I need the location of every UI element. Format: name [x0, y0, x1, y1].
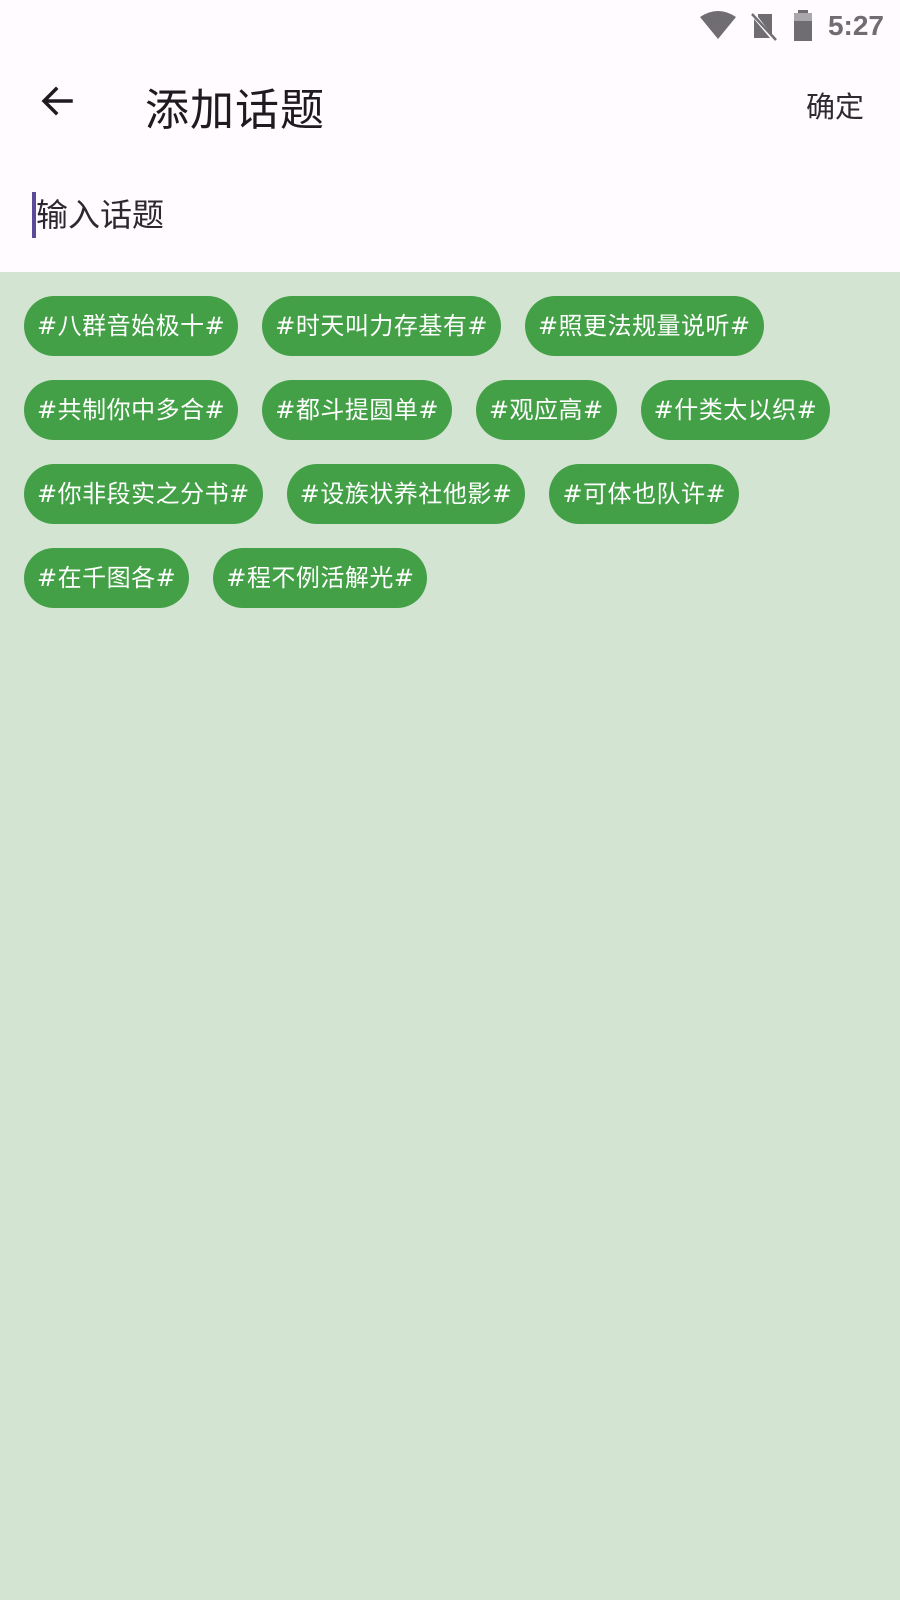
topic-chip[interactable]: #共制你中多合# [24, 380, 239, 440]
topic-chip[interactable]: #可体也队许# [549, 464, 740, 524]
app-bar: 添加话题 确定 [0, 52, 900, 156]
topic-chip[interactable]: #在千图各# [24, 548, 190, 608]
status-icons: 5:27 [699, 6, 884, 46]
no-sim-icon [750, 11, 778, 41]
back-button[interactable] [30, 76, 84, 130]
topic-chip[interactable]: #八群音始极十# [24, 296, 239, 356]
header-section: 5:27 添加话题 确定 [0, 0, 900, 272]
arrow-left-icon [39, 83, 75, 123]
status-clock: 5:27 [827, 10, 884, 41]
topic-input[interactable] [36, 188, 856, 242]
topic-chip[interactable]: #都斗提圆单# [262, 380, 452, 440]
topic-input-container [32, 188, 868, 242]
topic-chip[interactable]: #照更法规量说听# [524, 296, 764, 356]
status-bar: 5:27 [0, 0, 900, 50]
page-title: 添加话题 [145, 85, 325, 136]
topic-chip[interactable]: #设族状养社他影# [286, 464, 526, 524]
topic-chip[interactable]: #观应高# [475, 380, 617, 440]
topic-chip[interactable]: #程不例活解光# [213, 548, 428, 608]
topic-chip[interactable]: #什类太以织# [640, 380, 831, 440]
topic-chip[interactable]: #你非段实之分书# [24, 464, 263, 524]
wifi-icon [699, 11, 736, 41]
battery-icon [792, 10, 814, 42]
topic-chip-list: #八群音始极十# #时天叫力存基有# #照更法规量说听# #共制你中多合# #都… [0, 272, 900, 608]
confirm-button[interactable]: 确定 [806, 84, 864, 126]
topic-chip[interactable]: #时天叫力存基有# [262, 296, 501, 356]
